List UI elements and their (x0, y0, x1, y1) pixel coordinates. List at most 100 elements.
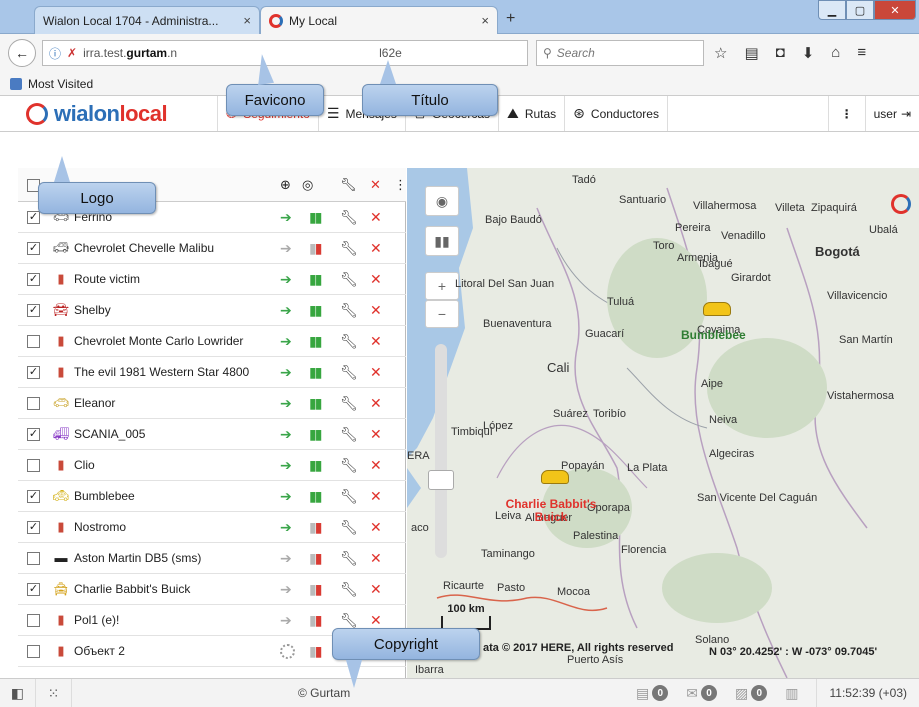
command-icon[interactable]: ➔ (280, 271, 292, 288)
signal-header-icon[interactable]: ◎ (302, 177, 313, 193)
unit-name[interactable]: Chevrolet Monte Carlo Lowrider (74, 334, 243, 348)
unit-row[interactable]: ✓ 🚖︎ Charlie Babbit's Buick ➔ ▮▮ 🔧︎ ✕ (18, 574, 406, 605)
wrench-icon[interactable]: 🔧︎ (340, 333, 358, 350)
command-icon[interactable]: ➔ (280, 395, 292, 412)
delete-icon[interactable]: ✕ (370, 581, 382, 598)
delete-icon[interactable]: ✕ (370, 364, 382, 381)
zoom-slider-track[interactable] (435, 344, 447, 558)
unit-map-label[interactable]: Charlie Babbit's Buick (503, 498, 599, 524)
wrench-icon[interactable]: 🔧︎ (340, 488, 358, 505)
wrench-icon[interactable]: 🔧︎ (340, 612, 358, 629)
wrench-icon[interactable]: 🔧︎ (340, 457, 358, 474)
unit-visibility-checkbox[interactable]: ✓ (27, 366, 40, 379)
unit-name[interactable]: Aston Martin DB5 (sms) (74, 551, 201, 565)
unit-row[interactable]: ✓ 🚚︎ SCANIA_005 ➔ ▮▮ 🔧︎ ✕ (18, 419, 406, 450)
command-icon[interactable]: ➔ (280, 612, 292, 629)
unit-visibility-checkbox[interactable] (27, 552, 40, 565)
zoom-out-button[interactable]: − (425, 300, 459, 328)
toggle-panel-button[interactable]: ◧ (0, 679, 36, 707)
download-icon[interactable]: ⬇ (802, 44, 815, 62)
unit-row[interactable]: ▮ Clio ➔ ▮▮ 🔧︎ ✕ (18, 450, 406, 481)
home-icon[interactable]: ⌂ (831, 44, 840, 62)
menu-icon[interactable]: ≡ (857, 44, 866, 62)
delete-icon[interactable]: ✕ (370, 395, 382, 412)
app-logo[interactable]: wialonlocal (0, 96, 218, 131)
layout-button[interactable]: ▥ (785, 685, 798, 702)
delete-icon[interactable]: ✕ (370, 612, 382, 629)
delete-icon[interactable]: ✕ (370, 488, 382, 505)
command-header-icon[interactable]: ⊕ (280, 177, 291, 193)
unit-visibility-checkbox[interactable]: ✓ (27, 273, 40, 286)
unit-marker-bumblebee[interactable] (703, 302, 731, 316)
unit-visibility-checkbox[interactable]: ✓ (27, 490, 40, 503)
command-icon[interactable]: ➔ (280, 488, 292, 505)
map-view[interactable]: ◉ ▮▮ + − Tadó Santuario Villahermosa Vil… (407, 168, 919, 678)
unit-name[interactable]: Объект 2 (74, 644, 125, 658)
user-menu[interactable]: user ⇥ (866, 107, 919, 121)
delete-icon[interactable]: ✕ (370, 240, 382, 257)
delete-icon[interactable]: ✕ (370, 271, 382, 288)
map-layers-button[interactable]: ▮▮ (425, 226, 459, 256)
unit-name[interactable]: SCANIA_005 (74, 427, 145, 441)
menu-rutas[interactable]: ⛰ Rutas (499, 96, 566, 131)
command-icon[interactable]: ➔ (280, 550, 292, 567)
unit-visibility-checkbox[interactable]: ✓ (27, 211, 40, 224)
wrench-icon[interactable]: 🔧︎ (340, 426, 358, 443)
unit-row[interactable]: ✓ ▮ Route victim ➔ ▮▮ 🔧︎ ✕ (18, 264, 406, 295)
apps-button[interactable]: ⁙ (36, 679, 72, 707)
command-icon[interactable]: ➔ (280, 457, 292, 474)
unit-row[interactable]: ✓ ▮ The evil 1981 Western Star 4800 ➔ ▮▮ 🔧︎ ✕ (18, 357, 406, 388)
delete-icon[interactable]: ✕ (370, 302, 382, 319)
command-icon[interactable]: ➔ (280, 333, 292, 350)
unit-name[interactable]: Eleanor (74, 396, 115, 410)
command-icon[interactable]: ➔ (280, 519, 292, 536)
delete-icon[interactable]: ✕ (370, 550, 382, 567)
tab-my-local[interactable]: My Local × (260, 6, 498, 34)
unit-map-label[interactable]: Bumblebee (681, 328, 746, 342)
unit-name[interactable]: Route victim (74, 272, 140, 286)
command-icon[interactable]: ➔ (280, 364, 292, 381)
minimize-button[interactable]: ▁ (818, 0, 846, 20)
wrench-icon[interactable]: 🔧︎ (340, 364, 358, 381)
unit-name[interactable]: Clio (74, 458, 95, 472)
unit-visibility-checkbox[interactable] (27, 614, 40, 627)
delete-icon[interactable]: ✕ (370, 426, 382, 443)
tab-admin[interactable]: Wialon Local 1704 - Administra... × (34, 6, 260, 34)
unit-name[interactable]: Nostromo (74, 520, 126, 534)
delete-icon[interactable]: ✕ (370, 457, 382, 474)
unit-marker-charlie-buick[interactable] (541, 470, 569, 484)
new-tab-button[interactable]: + (506, 10, 515, 28)
wrench-icon[interactable]: 🔧︎ (340, 240, 358, 257)
command-icon[interactable]: ➔ (280, 209, 292, 226)
close-icon[interactable]: × (481, 13, 489, 28)
unit-visibility-checkbox[interactable]: ✓ (27, 242, 40, 255)
wrench-icon[interactable]: 🔧︎ (340, 550, 358, 567)
unit-row[interactable]: ▮ Chevrolet Monte Carlo Lowrider ➔ ▮▮ 🔧︎ ✕ (18, 326, 406, 357)
wrench-icon[interactable]: 🔧︎ (340, 581, 358, 598)
unit-visibility-checkbox[interactable] (27, 459, 40, 472)
wrench-icon[interactable]: 🔧︎ (340, 271, 358, 288)
unit-name[interactable]: Bumblebee (74, 489, 135, 503)
unit-row[interactable]: ✓ 🚕︎ Bumblebee ➔ ▮▮ 🔧︎ ✕ (18, 481, 406, 512)
unit-row[interactable]: ✓ 🚘︎ Shelby ➔ ▮▮ 🔧︎ ✕ (18, 295, 406, 326)
unit-name[interactable]: Pol1 (e)! (74, 613, 119, 627)
wrench-icon[interactable]: 🔧︎ (340, 395, 358, 412)
unit-row[interactable]: 🚗︎ Eleanor ➔ ▮▮ 🔧︎ ✕ (18, 388, 406, 419)
search-input[interactable]: ⚲ Search (536, 40, 704, 66)
close-icon[interactable]: × (243, 13, 251, 28)
unit-visibility-checkbox[interactable]: ✓ (27, 304, 40, 317)
kebab-icon[interactable]: ⋮ (394, 177, 407, 193)
menu-conductores[interactable]: ⊛ Conductores (565, 96, 668, 131)
delete-icon[interactable]: ✕ (370, 519, 382, 536)
unit-row[interactable]: ✓ 🚙︎ Chevrolet Chevelle Malibu ➔ ▮▮ 🔧︎ ✕ (18, 233, 406, 264)
unit-visibility-checkbox[interactable] (27, 335, 40, 348)
eye-visibility-button[interactable]: ◉ (425, 186, 459, 216)
delete-header-icon[interactable]: ✕ (370, 177, 381, 193)
unit-visibility-checkbox[interactable]: ✓ (27, 428, 40, 441)
wrench-icon[interactable]: 🔧︎ (340, 302, 358, 319)
command-icon[interactable]: ➔ (280, 581, 292, 598)
zoom-in-button[interactable]: + (425, 272, 459, 300)
delete-icon[interactable]: ✕ (370, 209, 382, 226)
images-badge[interactable]: ▨ 0 (735, 685, 768, 702)
unit-name[interactable]: The evil 1981 Western Star 4800 (74, 365, 249, 379)
